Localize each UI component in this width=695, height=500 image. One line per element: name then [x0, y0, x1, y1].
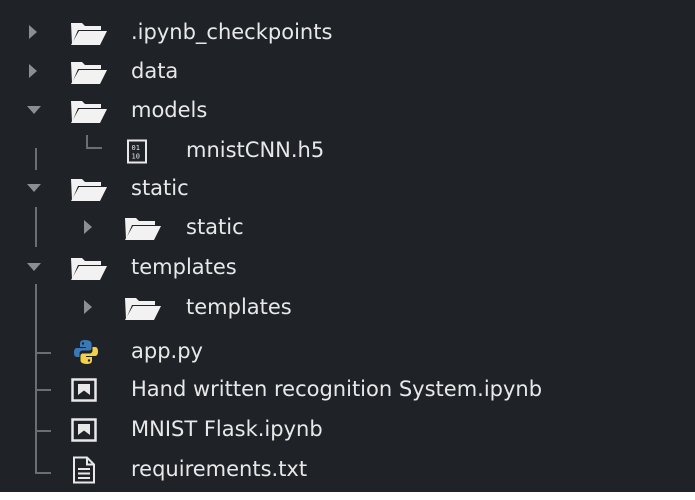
tree-item-label: templates — [186, 295, 292, 319]
notebook-icon — [71, 418, 97, 442]
text-file-icon — [72, 456, 96, 484]
tree-item-static[interactable]: static — [0, 169, 695, 209]
tree-item-label: .ipynb_checkpoints — [131, 20, 333, 44]
tree-item-label: mnistCNN.h5 — [186, 138, 325, 162]
chevron-down-icon[interactable] — [26, 104, 42, 116]
tree-item-label: static — [131, 176, 189, 200]
tree-item-label: templates — [131, 255, 237, 279]
tree-item-label: app.py — [131, 339, 203, 363]
tree-item-label: Hand written recognition System.ipynb — [131, 377, 543, 401]
tree-item-static-nested[interactable]: static — [0, 208, 695, 248]
tree-item-label: data — [131, 59, 179, 83]
folder-open-icon — [70, 255, 108, 281]
folder-icon — [70, 20, 108, 46]
python-icon — [73, 339, 99, 365]
tree-item-templates-nested[interactable]: templates — [0, 288, 695, 328]
folder-icon — [70, 59, 108, 85]
chevron-right-icon[interactable] — [27, 24, 39, 40]
tree-item-models[interactable]: models — [0, 91, 695, 131]
tree-item-templates[interactable]: templates — [0, 248, 695, 288]
chevron-right-icon[interactable] — [27, 63, 39, 79]
tree-item-mnist-flask-notebook[interactable]: MNIST Flask.ipynb — [0, 410, 695, 450]
file-tree-panel: .ipynb_checkpoints data models 01 10 mni… — [0, 0, 695, 492]
tree-item-label: models — [131, 98, 208, 122]
tree-item-data[interactable]: data — [0, 52, 695, 92]
svg-text:01: 01 — [132, 144, 140, 152]
folder-open-icon — [70, 176, 108, 202]
tree-item-app-py[interactable]: app.py — [0, 332, 695, 372]
tree-item-label: requirements.txt — [131, 457, 308, 481]
folder-icon — [124, 295, 162, 321]
tree-item-mnistcnn-h5[interactable]: 01 10 mnistCNN.h5 — [0, 131, 695, 171]
tree-item-ipynb-checkpoints[interactable]: .ipynb_checkpoints — [0, 13, 695, 53]
folder-open-icon — [70, 98, 108, 124]
tree-item-handwritten-notebook[interactable]: Hand written recognition System.ipynb — [0, 370, 695, 410]
notebook-icon — [71, 378, 97, 402]
svg-text:10: 10 — [132, 153, 140, 161]
chevron-down-icon[interactable] — [26, 261, 42, 273]
chevron-right-icon[interactable] — [82, 219, 94, 235]
chevron-right-icon[interactable] — [82, 299, 94, 315]
tree-item-requirements-txt[interactable]: requirements.txt — [0, 450, 695, 490]
chevron-down-icon[interactable] — [26, 182, 42, 194]
tree-item-label: MNIST Flask.ipynb — [131, 417, 323, 441]
folder-icon — [124, 215, 162, 241]
binary-file-icon: 01 10 — [126, 139, 150, 165]
tree-item-label: static — [186, 215, 244, 239]
